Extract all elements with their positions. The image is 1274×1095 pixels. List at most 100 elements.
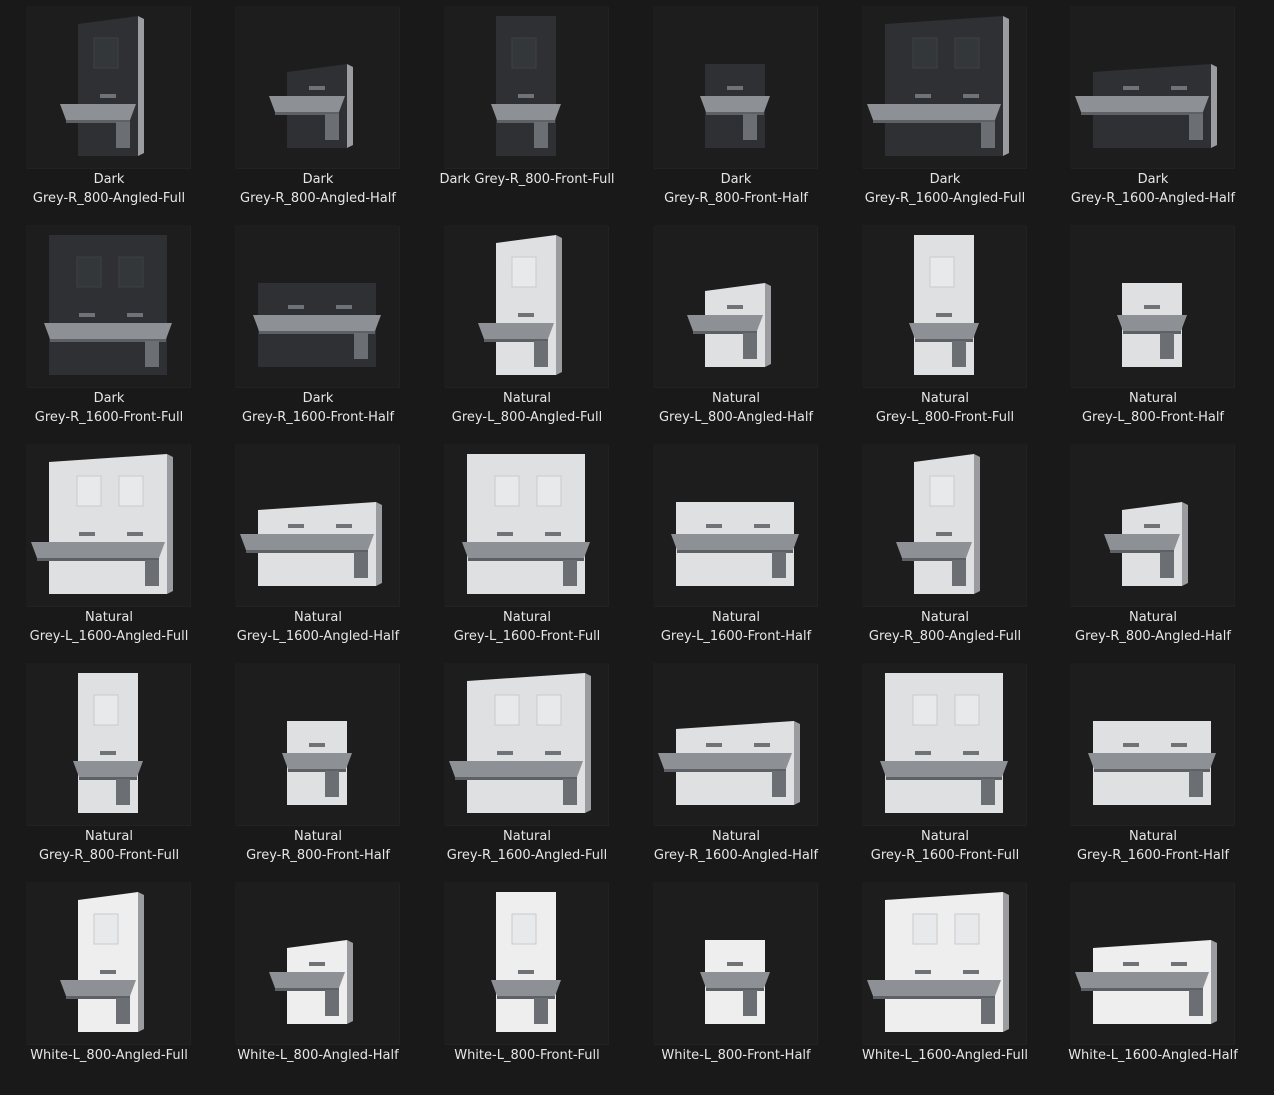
file-item[interactable]: Dark Grey-R_1600-Angled-Half <box>1044 0 1252 219</box>
access-door <box>494 475 520 507</box>
file-thumbnail[interactable] <box>1070 663 1234 825</box>
file-item[interactable]: Natural Grey-L_800-Angled-Half <box>627 219 835 438</box>
file-thumbnail[interactable] <box>26 663 190 825</box>
dryer-unit <box>981 122 995 148</box>
file-thumbnail[interactable] <box>26 444 190 606</box>
tap <box>79 532 95 536</box>
file-name: White-L_1600-Angled-Half <box>1068 1048 1238 1063</box>
trough-basin <box>491 104 561 120</box>
dryer-unit <box>534 341 548 367</box>
trough-sink-render <box>909 235 979 375</box>
file-thumbnail[interactable] <box>653 444 817 606</box>
file-item[interactable]: Natural Grey-L_1600-Front-Full <box>418 438 626 657</box>
file-name: Natural Grey-L_800-Front-Half <box>1081 391 1225 425</box>
access-door <box>536 694 562 726</box>
file-item[interactable]: Natural Grey-R_800-Angled-Full <box>836 438 1044 657</box>
file-item[interactable]: Natural Grey-R_800-Angled-Half <box>1044 438 1252 657</box>
file-item[interactable]: White-L_1600-Angled-Full <box>836 876 1044 1095</box>
file-item[interactable]: White-L_1600-Angled-Half <box>1044 876 1252 1095</box>
tap <box>288 524 304 528</box>
tap <box>309 86 325 90</box>
file-item[interactable]: White-L_800-Angled-Half <box>209 876 417 1095</box>
tap <box>518 313 534 317</box>
file-name: Natural Grey-L_1600-Front-Half <box>660 610 812 644</box>
file-thumbnail[interactable] <box>235 444 399 606</box>
basin-lip <box>873 120 995 123</box>
tap <box>727 962 743 966</box>
file-thumbnail[interactable] <box>1070 225 1234 387</box>
file-thumbnail[interactable] <box>653 882 817 1044</box>
file-thumbnail[interactable] <box>862 882 1026 1044</box>
panel-edge <box>585 673 591 813</box>
file-thumbnail[interactable] <box>235 225 399 387</box>
file-thumbnail[interactable] <box>862 663 1026 825</box>
trough-basin <box>31 542 165 558</box>
file-thumbnail[interactable] <box>26 6 190 168</box>
file-item[interactable]: Natural Grey-L_1600-Front-Half <box>627 438 835 657</box>
trough-sink-render <box>269 64 353 148</box>
file-item[interactable]: Natural Grey-R_1600-Front-Half <box>1044 657 1252 876</box>
basin-lip <box>873 996 995 999</box>
file-thumbnail[interactable] <box>444 663 608 825</box>
file-item[interactable]: Dark Grey-R_800-Angled-Full <box>0 0 208 219</box>
trough-basin <box>491 980 561 996</box>
file-item[interactable]: Dark Grey-R_1600-Front-Full <box>0 219 208 438</box>
trough-sink-render <box>491 16 561 156</box>
file-item[interactable]: Dark Grey-R_1600-Front-Half <box>209 219 417 438</box>
trough-sink-render <box>491 892 561 1032</box>
trough-sink-render <box>462 454 590 594</box>
file-item[interactable]: Dark Grey-R_800-Front-Full <box>418 0 626 219</box>
file-name: Dark Grey-R_1600-Angled-Half <box>1070 172 1236 206</box>
trough-basin <box>687 315 763 331</box>
file-thumbnail[interactable] <box>444 882 608 1044</box>
tap <box>963 970 979 974</box>
file-item[interactable]: Natural Grey-L_800-Front-Half <box>1044 219 1252 438</box>
file-thumbnail[interactable] <box>444 6 608 168</box>
dryer-unit <box>1189 114 1203 140</box>
file-name: Natural Grey-R_1600-Angled-Half <box>653 829 819 863</box>
file-thumbnail[interactable] <box>235 882 399 1044</box>
file-item[interactable]: Natural Grey-L_1600-Angled-Half <box>209 438 417 657</box>
file-item[interactable]: Natural Grey-R_1600-Angled-Half <box>627 657 835 876</box>
access-door <box>511 913 537 945</box>
trough-sink-render <box>1117 283 1187 367</box>
trough-basin <box>1104 534 1180 550</box>
trough-basin <box>240 534 374 550</box>
file-thumbnail[interactable] <box>653 663 817 825</box>
file-thumbnail[interactable] <box>444 225 608 387</box>
file-item[interactable]: Dark Grey-R_1600-Angled-Full <box>836 0 1044 219</box>
file-item[interactable]: White-L_800-Front-Half <box>627 876 835 1095</box>
file-item[interactable]: Dark Grey-R_800-Front-Half <box>627 0 835 219</box>
file-thumbnail[interactable] <box>1070 6 1234 168</box>
file-thumbnail[interactable] <box>1070 882 1234 1044</box>
file-item[interactable]: Natural Grey-L_1600-Angled-Full <box>0 438 208 657</box>
trough-sink-render <box>253 283 381 367</box>
file-item[interactable]: Natural Grey-R_800-Front-Full <box>0 657 208 876</box>
file-thumbnail[interactable] <box>862 6 1026 168</box>
file-item[interactable]: Natural Grey-L_800-Angled-Full <box>418 219 626 438</box>
file-thumbnail[interactable] <box>653 225 817 387</box>
file-item[interactable]: Natural Grey-R_1600-Front-Full <box>836 657 1044 876</box>
trough-sink-render <box>1075 940 1217 1024</box>
file-thumbnail[interactable] <box>862 225 1026 387</box>
file-thumbnail[interactable] <box>1070 444 1234 606</box>
file-thumbnail[interactable] <box>444 444 608 606</box>
file-item[interactable]: Natural Grey-R_1600-Angled-Full <box>418 657 626 876</box>
file-thumbnail[interactable] <box>862 444 1026 606</box>
trough-basin <box>478 323 554 339</box>
file-item[interactable]: Natural Grey-L_800-Front-Full <box>836 219 1044 438</box>
file-thumbnail[interactable] <box>26 225 190 387</box>
dryer-unit <box>1189 771 1203 797</box>
file-thumbnail[interactable] <box>235 663 399 825</box>
file-item[interactable]: White-L_800-Front-Full <box>418 876 626 1095</box>
tap <box>1123 743 1139 747</box>
file-item[interactable]: Natural Grey-R_800-Front-Half <box>209 657 417 876</box>
file-thumbnail[interactable] <box>235 6 399 168</box>
tap <box>936 313 952 317</box>
trough-sink-render <box>896 454 980 594</box>
file-item[interactable]: Dark Grey-R_800-Angled-Half <box>209 0 417 219</box>
file-thumbnail[interactable] <box>26 882 190 1044</box>
file-thumbnail[interactable] <box>653 6 817 168</box>
file-name: White-L_1600-Angled-Full <box>862 1048 1028 1063</box>
file-item[interactable]: White-L_800-Angled-Full <box>0 876 208 1095</box>
